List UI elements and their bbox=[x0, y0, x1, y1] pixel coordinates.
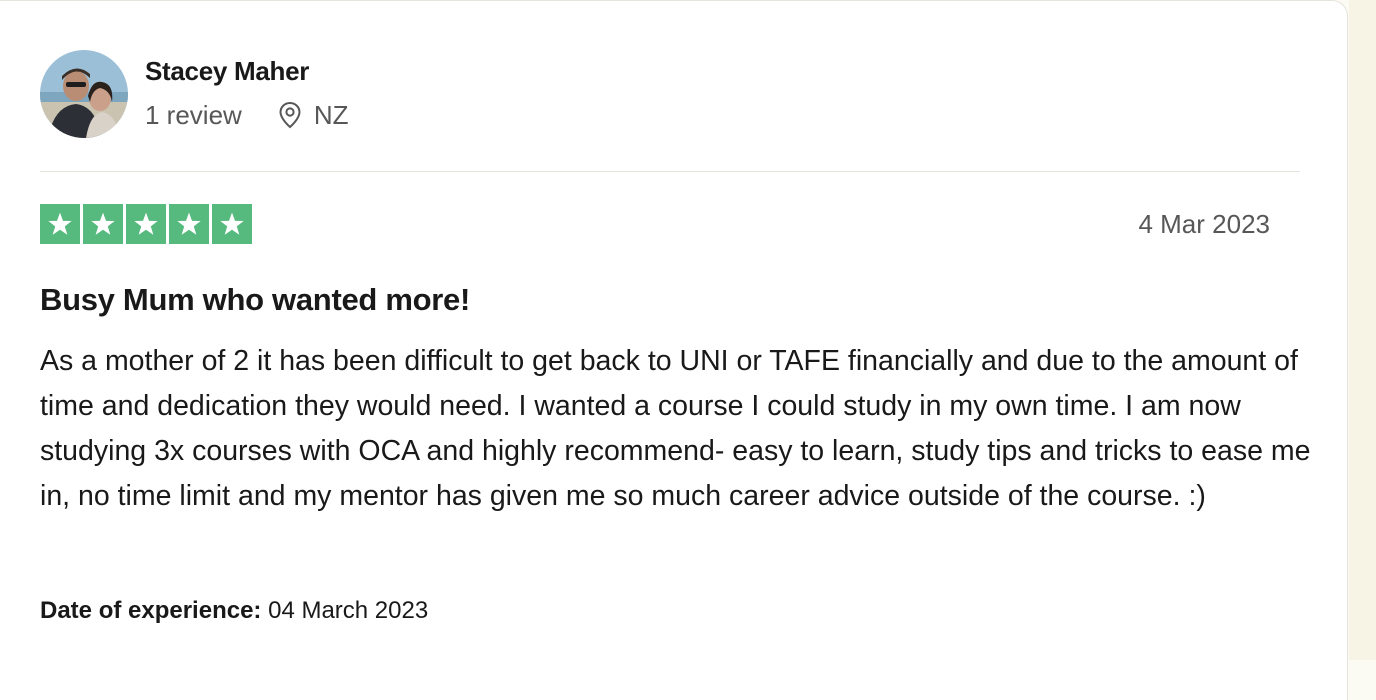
reviewer-header: Stacey Maher 1 review NZ bbox=[40, 50, 349, 138]
star-rating bbox=[40, 204, 252, 244]
review-date: 4 Mar 2023 bbox=[1138, 209, 1270, 239]
location-pin-icon bbox=[278, 101, 302, 129]
reviewer-info: Stacey Maher 1 review NZ bbox=[145, 50, 349, 130]
divider bbox=[40, 171, 1300, 172]
review-title[interactable]: Busy Mum who wanted more! bbox=[40, 281, 470, 319]
avatar-photo bbox=[40, 50, 128, 138]
star-icon bbox=[126, 204, 166, 244]
reviewer-meta: 1 review NZ bbox=[145, 100, 349, 130]
experience-label: Date of experience: bbox=[40, 597, 262, 624]
star-icon bbox=[83, 204, 123, 244]
review-body: As a mother of 2 it has been difficult t… bbox=[40, 345, 1311, 512]
avatar[interactable] bbox=[40, 50, 128, 138]
review-card: Stacey Maher 1 review NZ 4 Mar 2023 Busy… bbox=[0, 0, 1348, 700]
review-count: 1 review bbox=[145, 100, 242, 130]
star-icon bbox=[212, 204, 252, 244]
experience-date: 04 March 2023 bbox=[268, 597, 429, 624]
star-icon bbox=[169, 204, 209, 244]
date-of-experience: Date of experience: 04 March 2023 bbox=[40, 595, 428, 627]
reviewer-name[interactable]: Stacey Maher bbox=[145, 56, 349, 86]
reviewer-country: NZ bbox=[313, 100, 349, 130]
star-icon bbox=[40, 204, 80, 244]
page-background-strip bbox=[1349, 0, 1376, 660]
